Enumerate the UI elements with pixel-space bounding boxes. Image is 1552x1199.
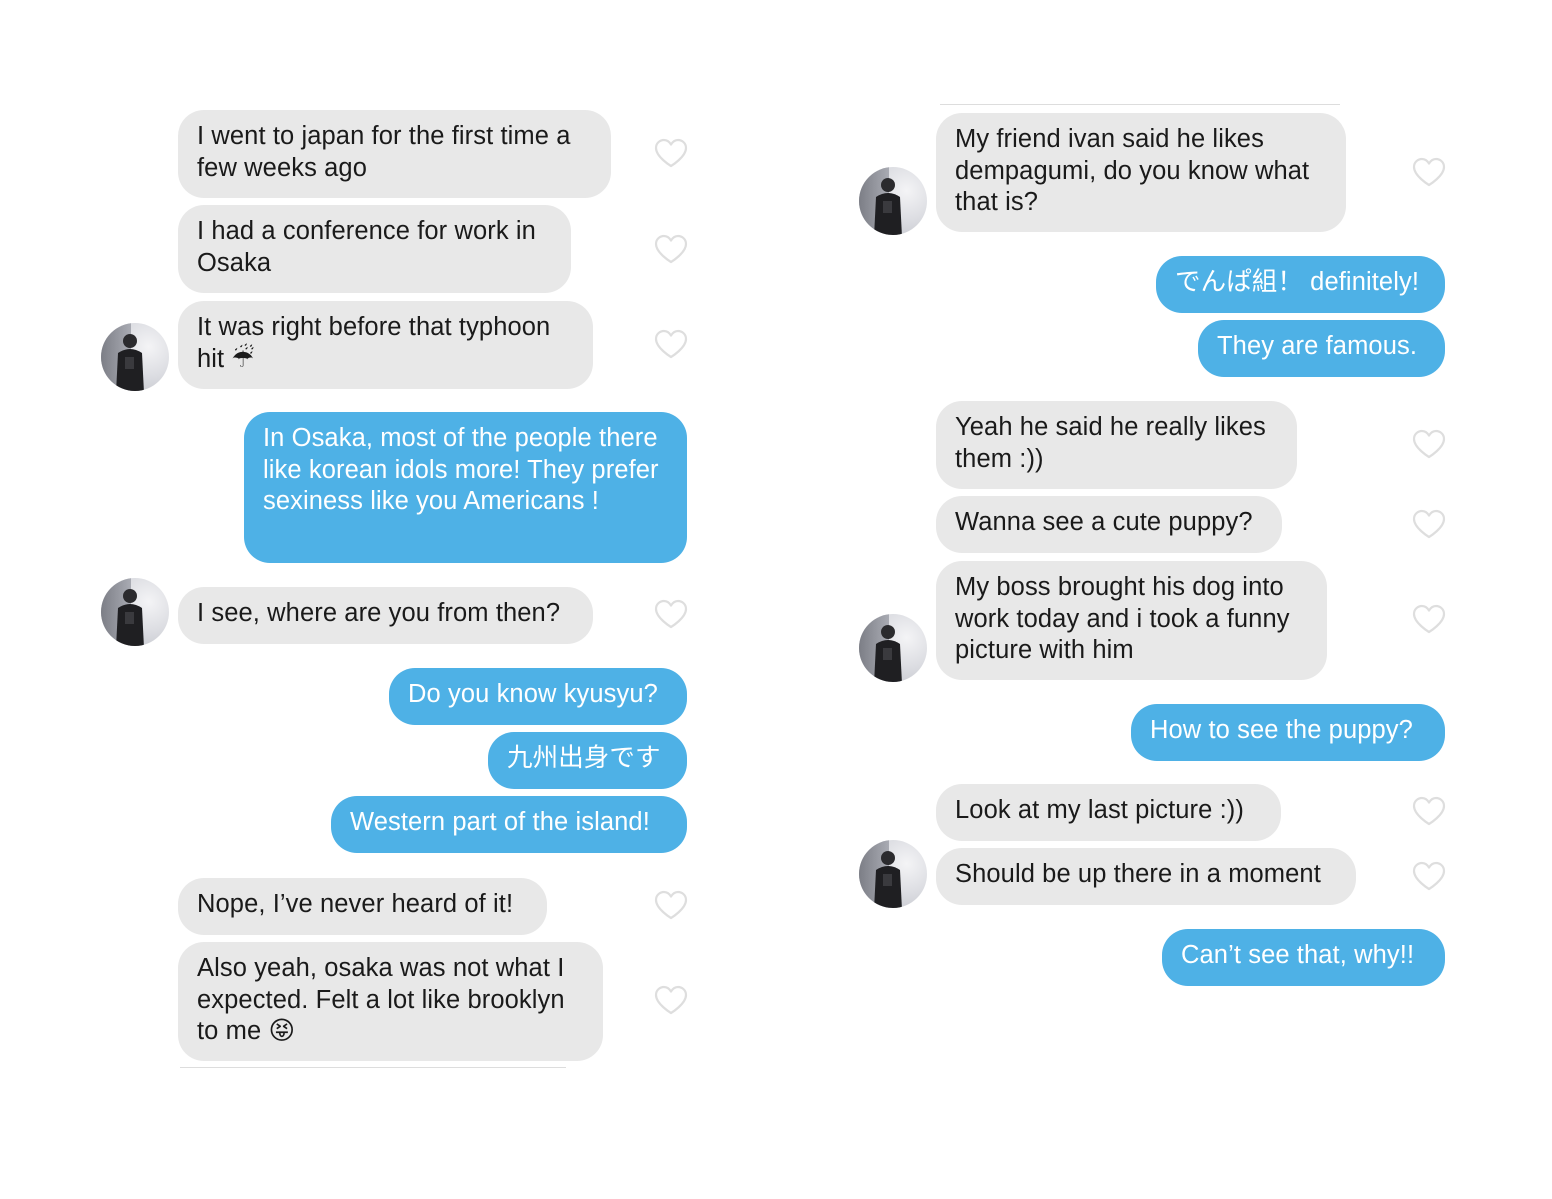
outgoing-message[interactable]: Western part of the island! xyxy=(331,796,687,853)
incoming-message[interactable]: I had a conference for work in Osaka xyxy=(178,205,571,293)
heart-outline-icon[interactable] xyxy=(654,138,688,169)
heart-outline-icon[interactable] xyxy=(654,985,688,1016)
contact-avatar[interactable] xyxy=(859,167,927,235)
outgoing-message[interactable]: How to see the puppy? xyxy=(1131,704,1445,761)
heart-outline-icon[interactable] xyxy=(1412,429,1446,460)
contact-avatar[interactable] xyxy=(101,323,169,391)
divider xyxy=(940,104,1340,105)
heart-outline-icon[interactable] xyxy=(654,599,688,630)
heart-outline-icon[interactable] xyxy=(1412,861,1446,892)
heart-outline-icon[interactable] xyxy=(1412,157,1446,188)
incoming-message[interactable]: Should be up there in a moment xyxy=(936,848,1356,905)
outgoing-message[interactable]: They are famous. xyxy=(1198,320,1445,377)
heart-outline-icon[interactable] xyxy=(654,329,688,360)
heart-outline-icon[interactable] xyxy=(654,890,688,921)
incoming-message[interactable]: I see, where are you from then? xyxy=(178,587,593,644)
outgoing-message[interactable]: 九州出身です xyxy=(488,732,687,789)
incoming-message[interactable]: I went to japan for the first time a few… xyxy=(178,110,611,198)
incoming-message[interactable]: Look at my last picture :)) xyxy=(936,784,1281,841)
heart-outline-icon[interactable] xyxy=(1412,509,1446,540)
outgoing-message[interactable]: Can’t see that, why!! xyxy=(1162,929,1445,986)
heart-outline-icon[interactable] xyxy=(654,234,688,265)
incoming-message[interactable]: Yeah he said he really likes them :)) xyxy=(936,401,1297,489)
contact-avatar[interactable] xyxy=(859,840,927,908)
incoming-message[interactable]: Also yeah, osaka was not what I expected… xyxy=(178,942,603,1061)
outgoing-message[interactable]: でんぱ組！ definitely! xyxy=(1156,256,1445,313)
contact-avatar[interactable] xyxy=(859,614,927,682)
incoming-message[interactable]: My friend ivan said he likes dempagumi, … xyxy=(936,113,1346,232)
outgoing-message[interactable]: Do you know kyusyu? xyxy=(389,668,687,725)
incoming-message[interactable]: It was right before that typhoon hit ☔ xyxy=(178,301,593,389)
outgoing-message[interactable]: In Osaka, most of the people there like … xyxy=(244,412,687,563)
contact-avatar[interactable] xyxy=(101,578,169,646)
incoming-message[interactable]: Nope, I’ve never heard of it! xyxy=(178,878,547,935)
divider xyxy=(180,1067,566,1068)
heart-outline-icon[interactable] xyxy=(1412,796,1446,827)
heart-outline-icon[interactable] xyxy=(1412,604,1446,635)
incoming-message[interactable]: Wanna see a cute puppy? xyxy=(936,496,1282,553)
incoming-message[interactable]: My boss brought his dog into work today … xyxy=(936,561,1327,680)
